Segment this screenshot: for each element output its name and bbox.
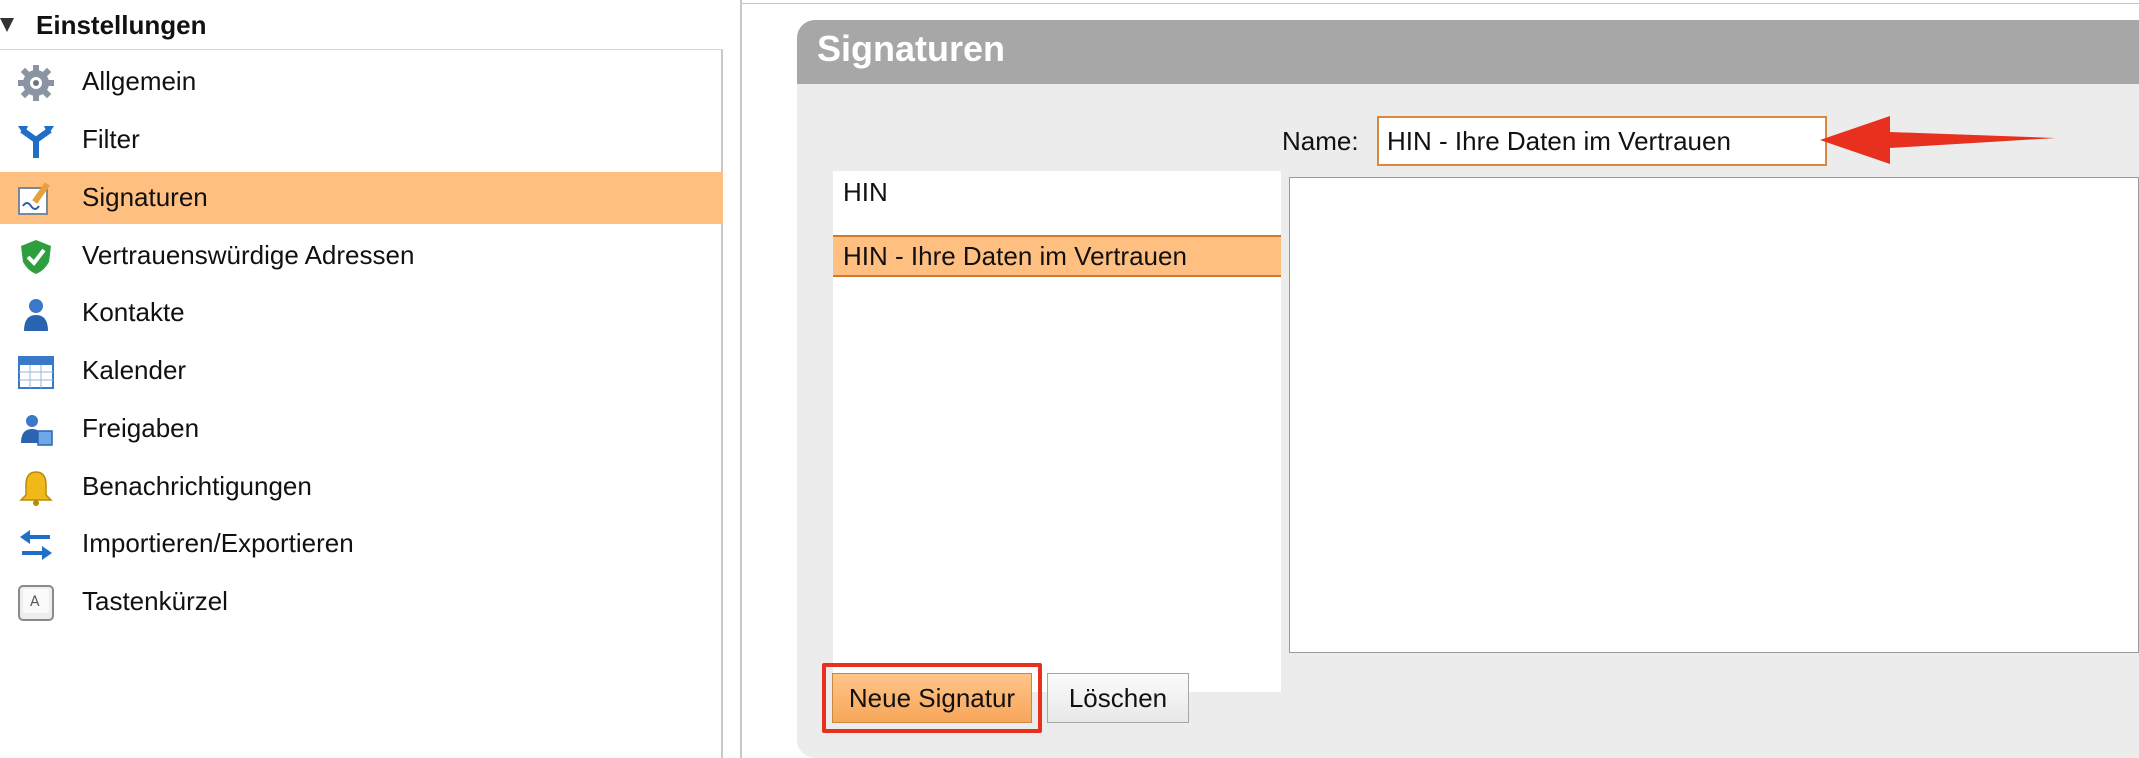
sidebar-item-label: Kontakte [82, 297, 185, 327]
share-icon [16, 411, 56, 449]
calendar-icon [16, 353, 56, 391]
svg-text:A: A [30, 594, 40, 610]
contact-icon [16, 295, 56, 333]
content-divider [740, 0, 742, 758]
signature-item-hin[interactable]: HIN [833, 171, 1281, 213]
collapse-caret-icon[interactable] [0, 18, 14, 32]
signature-editor[interactable] [1289, 177, 2139, 653]
signature-item-hin-ihre-daten[interactable]: HIN - Ihre Daten im Vertrauen [833, 235, 1281, 277]
content-top-border [742, 3, 2139, 4]
sidebar-item-vertrauenswuerdige-adressen[interactable]: Vertrauenswürdige Adressen [0, 230, 723, 282]
sidebar-item-label: Tastenkürzel [82, 586, 228, 616]
delete-signature-button[interactable]: Löschen [1047, 673, 1189, 723]
sidebar-item-freigaben[interactable]: Freigaben [0, 403, 723, 455]
import-export-icon [16, 526, 56, 564]
sidebar-item-kalender[interactable]: Kalender [0, 345, 723, 397]
sidebar-item-filter[interactable]: Filter [0, 114, 723, 166]
name-label: Name: [1282, 126, 1359, 156]
sidebar-item-kontakte[interactable]: Kontakte [0, 287, 723, 339]
panel-header: Signaturen [797, 20, 2139, 84]
sidebar-item-label: Benachrichtigungen [82, 471, 312, 501]
sidebar-item-label: Kalender [82, 355, 187, 385]
sidebar-item-label: Vertrauenswürdige Adressen [82, 240, 415, 270]
annotation-arrow-icon [1820, 116, 2056, 164]
bell-icon [16, 469, 56, 507]
sidebar-item-label: Importieren/Exportieren [82, 528, 354, 558]
sidebar-item-importieren-exportieren[interactable]: Importieren/Exportieren [0, 518, 723, 570]
signature-name-input[interactable] [1377, 116, 1827, 166]
sidebar-item-label: Freigaben [82, 413, 200, 443]
sidebar-item-allgemein[interactable]: Allgemein [0, 56, 723, 108]
sidebar-item-signaturen[interactable]: Signaturen [0, 172, 723, 224]
sidebar-item-label: Allgemein [82, 66, 197, 96]
sidebar-item-label: Signaturen [82, 182, 208, 212]
panel-title: Signaturen [817, 28, 1006, 69]
new-signature-button[interactable]: Neue Signatur [832, 673, 1032, 723]
signature-item-label: HIN - Ihre Daten im Vertrauen [843, 241, 1187, 271]
settings-tree-header[interactable]: Einstellungen [0, 0, 723, 50]
settings-sidebar: Einstellungen Allgemein Filter Signature… [0, 0, 723, 758]
sidebar-item-tastenkuerzel[interactable]: A Tastenkürzel [0, 576, 723, 628]
shield-check-icon [16, 238, 56, 276]
sidebar-item-benachrichtigungen[interactable]: Benachrichtigungen [0, 461, 723, 513]
gear-icon [16, 64, 56, 102]
filter-icon [16, 122, 56, 160]
keyboard-key-icon: A [16, 584, 56, 622]
sidebar-item-label: Filter [82, 124, 140, 154]
signature-item-label: HIN [843, 177, 888, 207]
signature-icon [16, 180, 56, 218]
settings-title: Einstellungen [36, 10, 207, 40]
signature-list: HIN HIN - Ihre Daten im Vertrauen [833, 171, 1281, 692]
